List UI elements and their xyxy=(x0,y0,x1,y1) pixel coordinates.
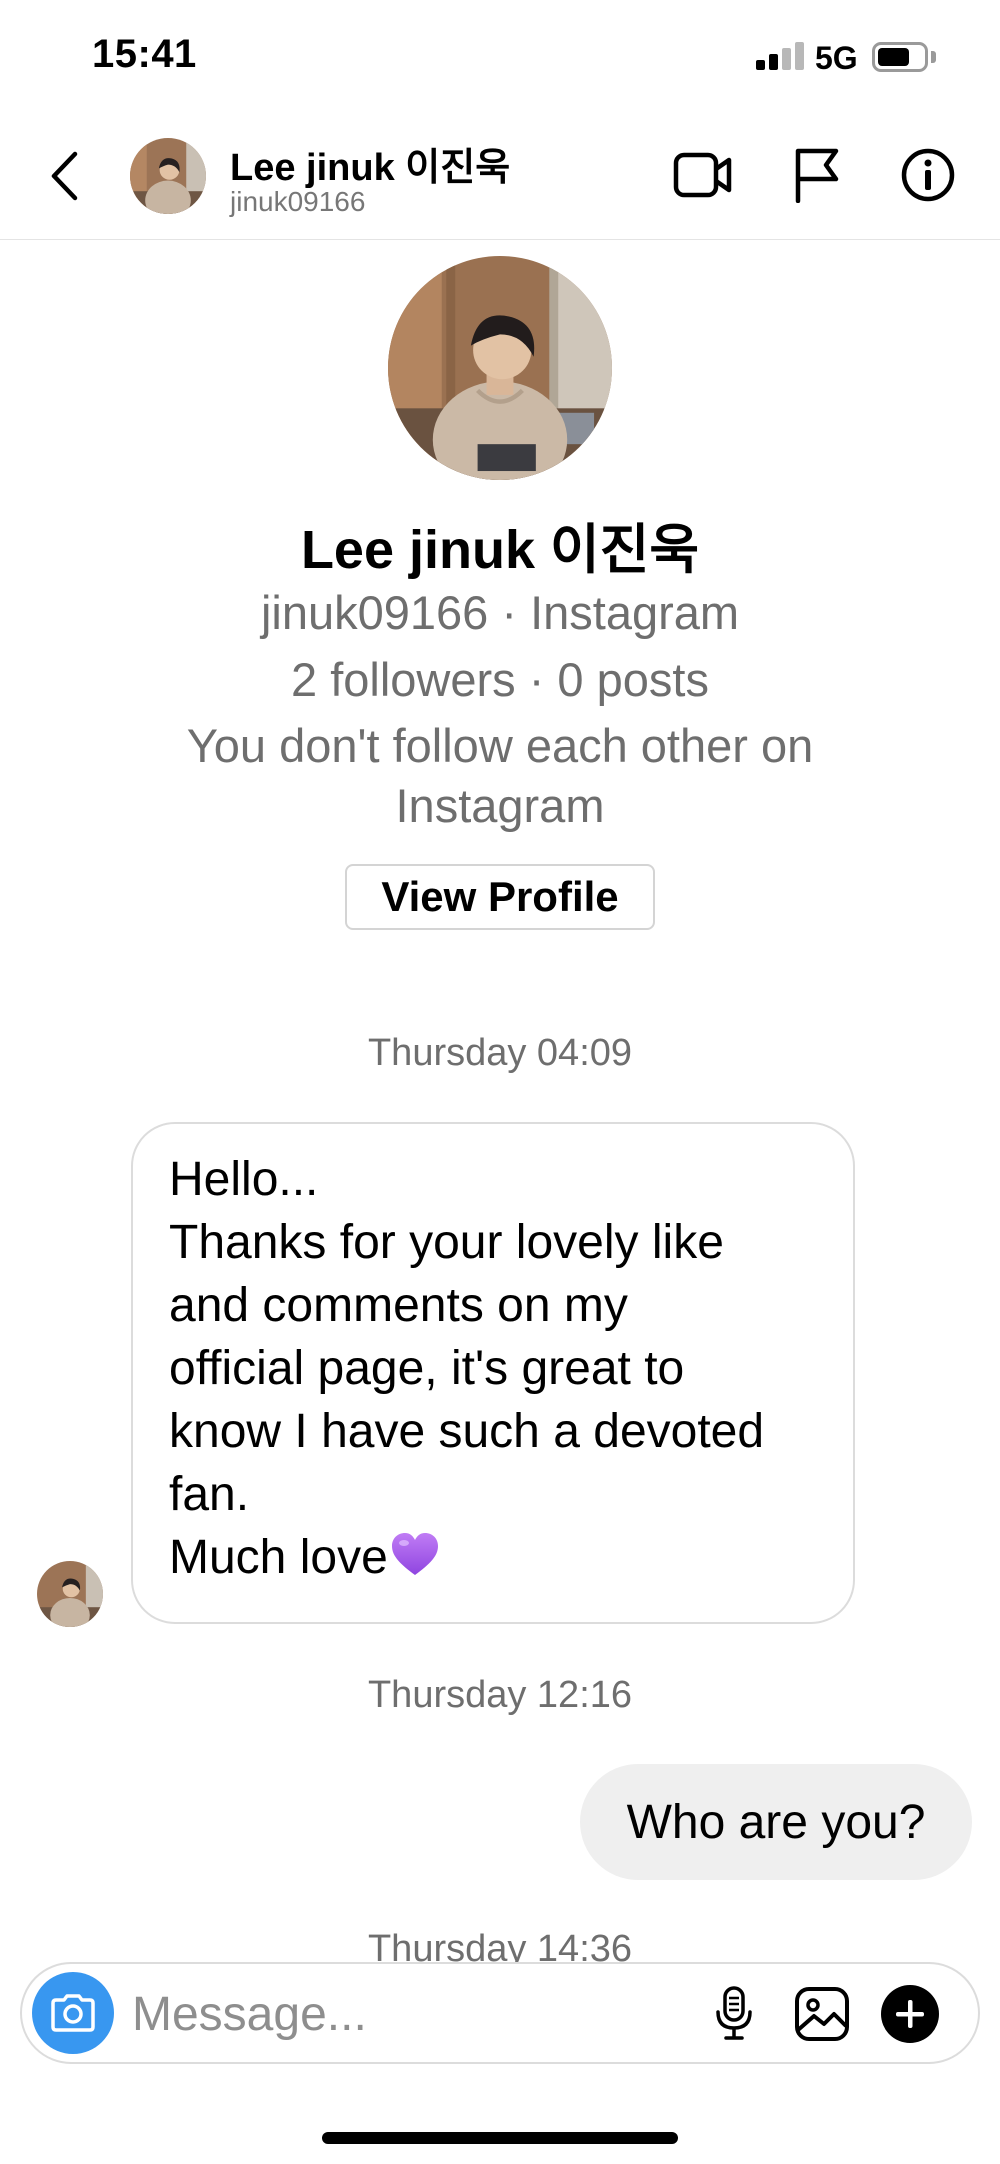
message-line: Hello... xyxy=(169,1153,319,1206)
profile-avatar[interactable] xyxy=(388,256,612,480)
message-line: fan. xyxy=(169,1468,250,1521)
message-line: and comments on my xyxy=(169,1279,628,1332)
add-button[interactable] xyxy=(878,1982,942,2046)
report-button[interactable] xyxy=(782,140,852,210)
message-input[interactable] xyxy=(132,1982,692,2046)
message-timestamp: Thursday 04:09 xyxy=(367,1032,633,1074)
purple-heart-icon xyxy=(391,1533,438,1575)
header-name[interactable]: Lee jinuk 이진욱 xyxy=(230,136,510,191)
outgoing-message-bubble[interactable]: Who are you? xyxy=(580,1764,972,1880)
battery-level xyxy=(878,48,909,66)
home-indicator[interactable] xyxy=(322,2132,678,2144)
chat-screen: 15:41 5G Lee jinuk 이진욱 jinuk09166 Lee ji… xyxy=(0,0,1000,2164)
flag-icon xyxy=(795,148,839,203)
status-time: 15:41 xyxy=(92,32,197,76)
camera-icon xyxy=(51,1994,95,2032)
profile-photo-icon xyxy=(388,256,612,480)
message-line-last: Much love xyxy=(169,1526,817,1589)
gallery-icon xyxy=(795,1987,849,2041)
back-button[interactable] xyxy=(40,146,90,206)
info-icon xyxy=(901,148,955,202)
sender-photo-icon xyxy=(37,1561,103,1627)
microphone-icon xyxy=(716,1986,752,2040)
message-line: official page, it's great to xyxy=(169,1342,685,1395)
voice-message-button[interactable] xyxy=(702,1982,766,2046)
status-bar: 15:41 5G xyxy=(0,0,1000,110)
signal-strength-icon xyxy=(756,40,804,70)
message-line-text: Much love xyxy=(169,1531,388,1584)
video-call-button[interactable] xyxy=(668,140,738,210)
profile-handle-platform: jinuk09166 · Instagram xyxy=(260,586,740,639)
chat-header: Lee jinuk 이진욱 jinuk09166 xyxy=(0,110,1000,240)
message-composer xyxy=(20,1962,980,2064)
add-icon xyxy=(881,1985,939,2043)
info-button[interactable] xyxy=(893,140,963,210)
battery-icon xyxy=(872,42,928,72)
message-line: know I have such a devoted xyxy=(169,1405,765,1458)
header-avatar[interactable] xyxy=(130,138,206,214)
view-profile-button[interactable]: View Profile xyxy=(345,864,655,930)
network-type: 5G xyxy=(815,40,858,76)
profile-name: Lee jinuk 이진욱 xyxy=(300,520,700,580)
battery-cap xyxy=(931,51,936,63)
incoming-message-bubble[interactable]: Hello... Thanks for your lovely like and… xyxy=(131,1122,855,1624)
header-handle[interactable]: jinuk09166 xyxy=(230,186,365,218)
sender-avatar[interactable] xyxy=(37,1561,103,1627)
relationship-status-line-2: Instagram xyxy=(395,779,605,832)
message-timestamp: Thursday 12:16 xyxy=(367,1674,633,1716)
gallery-button[interactable] xyxy=(790,1982,854,2046)
video-call-icon xyxy=(673,152,732,198)
back-chevron-icon xyxy=(51,151,78,201)
profile-stats: 2 followers · 0 posts xyxy=(291,653,709,706)
message-line: Thanks for your lovely like xyxy=(169,1216,724,1269)
avatar-photo-icon xyxy=(130,138,206,214)
relationship-status-line-1: You don't follow each other on xyxy=(186,719,814,772)
camera-button[interactable] xyxy=(32,1972,114,2054)
